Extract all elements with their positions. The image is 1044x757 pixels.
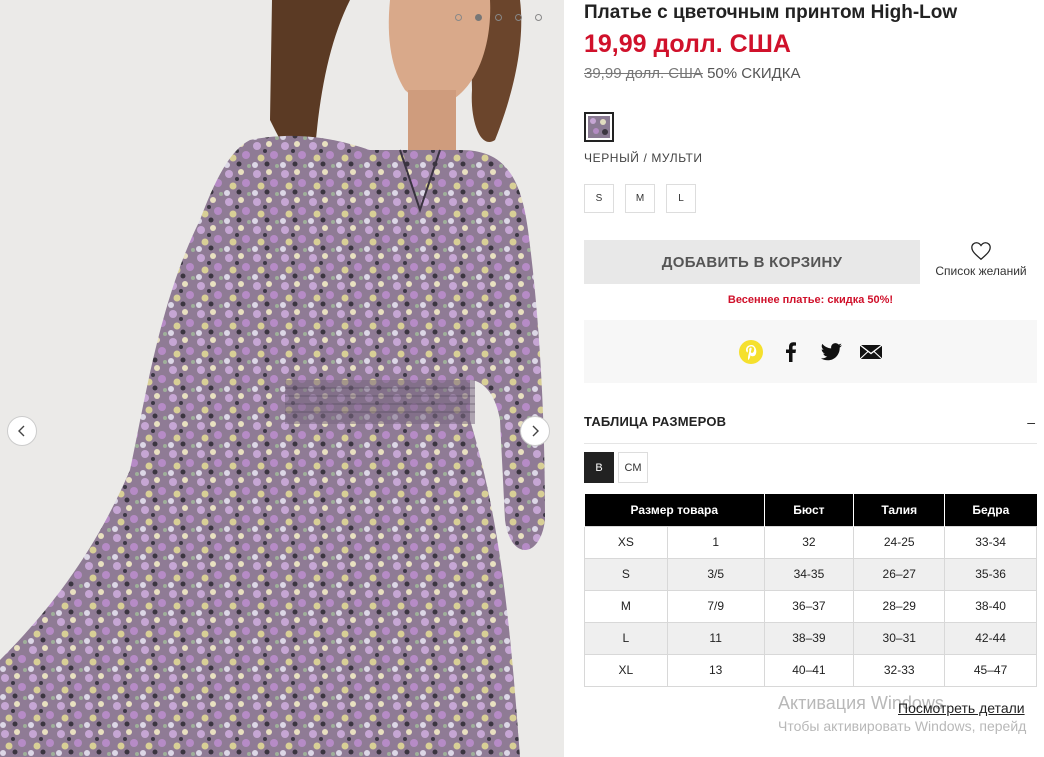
table-cell: 30–31 bbox=[853, 621, 946, 655]
table-cell: 32-33 bbox=[853, 653, 946, 687]
unit-toggle: В СМ bbox=[584, 452, 648, 483]
column-header-bust: Бюст bbox=[763, 494, 854, 526]
table-cell: 45–47 bbox=[944, 653, 1037, 687]
column-header-waist: Талия bbox=[853, 494, 945, 526]
discount-label: 50% СКИДКА bbox=[707, 65, 801, 82]
twitter-icon[interactable] bbox=[819, 340, 843, 364]
table-header-row: Размер товара Бюст Талия Бедра bbox=[584, 494, 1037, 526]
table-cell: 24-25 bbox=[853, 525, 946, 559]
product-title: Платье с цветочным принтом High-Low bbox=[584, 2, 958, 23]
table-row: L 11 38–39 30–31 42-44 bbox=[584, 621, 1037, 655]
wishlist-button[interactable]: Список желаний bbox=[926, 240, 1036, 284]
size-chart-table: Размер товара Бюст Талия Бедра XS 1 32 2… bbox=[584, 494, 1037, 687]
facebook-icon[interactable] bbox=[779, 340, 803, 364]
gallery-dot-3[interactable] bbox=[495, 14, 502, 21]
table-cell: 36–37 bbox=[763, 589, 855, 623]
table-cell: 7/9 bbox=[666, 589, 765, 623]
original-price: 39,99 долл. США bbox=[584, 65, 703, 82]
gallery-next-button[interactable] bbox=[520, 416, 550, 446]
chevron-right-icon bbox=[532, 425, 539, 437]
chevron-left-icon bbox=[18, 425, 25, 437]
table-cell: 42-44 bbox=[944, 621, 1037, 655]
product-photo bbox=[0, 0, 564, 757]
table-cell: 38–39 bbox=[763, 621, 855, 655]
sale-price: 19,99 долл. США bbox=[584, 30, 791, 58]
product-panel: Платье с цветочным принтом High-Low 19,9… bbox=[584, 0, 1037, 757]
gallery-dot-4[interactable] bbox=[515, 14, 522, 21]
table-cell: 32 bbox=[763, 525, 855, 559]
color-name: ЧЕРНЫЙ / МУЛЬТИ bbox=[584, 151, 703, 165]
table-cell: 28–29 bbox=[853, 589, 946, 623]
gallery-prev-button[interactable] bbox=[7, 416, 37, 446]
gallery-dot-5[interactable] bbox=[535, 14, 542, 21]
size-option-m[interactable]: M bbox=[625, 184, 655, 213]
size-chart-toggle[interactable]: ТАБЛИЦА РАЗМЕРОВ – bbox=[584, 400, 1037, 444]
wishlist-label: Список желаний bbox=[935, 264, 1027, 278]
table-cell: 40–41 bbox=[763, 653, 855, 687]
gallery-dot-1[interactable] bbox=[455, 14, 462, 21]
table-cell: 13 bbox=[666, 653, 765, 687]
product-gallery bbox=[0, 0, 564, 757]
table-row: S 3/5 34-35 26–27 35-36 bbox=[584, 557, 1037, 591]
gallery-dots bbox=[455, 14, 542, 21]
table-cell: 26–27 bbox=[853, 557, 946, 591]
table-row: M 7/9 36–37 28–29 38-40 bbox=[584, 589, 1037, 623]
pinterest-icon[interactable] bbox=[738, 339, 763, 364]
size-option-l[interactable]: L bbox=[666, 184, 696, 213]
column-header-size: Размер товара bbox=[584, 494, 765, 526]
column-header-hips: Бедра bbox=[944, 494, 1037, 526]
table-cell: 35-36 bbox=[944, 557, 1037, 591]
table-cell: XL bbox=[584, 653, 668, 687]
table-cell: 38-40 bbox=[944, 589, 1037, 623]
collapse-icon: – bbox=[1027, 413, 1035, 430]
unit-inches-button[interactable]: В bbox=[584, 452, 614, 483]
table-row: XS 1 32 24-25 33-34 bbox=[584, 525, 1037, 559]
swatch-pattern-icon bbox=[588, 116, 610, 138]
heart-icon bbox=[971, 242, 991, 261]
gallery-dot-2[interactable] bbox=[475, 14, 482, 21]
view-details-link[interactable]: Посмотреть детали bbox=[898, 700, 1025, 716]
price-row: 39,99 долл. США 50% СКИДКА bbox=[584, 65, 801, 82]
table-cell: 1 bbox=[666, 525, 765, 559]
size-option-s[interactable]: S bbox=[584, 184, 614, 213]
table-cell: L bbox=[584, 621, 668, 655]
table-cell: 11 bbox=[666, 621, 765, 655]
table-cell: M bbox=[584, 589, 668, 623]
table-cell: 3/5 bbox=[666, 557, 765, 591]
promo-message: Весеннее платье: скидка 50%! bbox=[727, 294, 894, 306]
unit-cm-button[interactable]: СМ bbox=[618, 452, 648, 483]
table-cell: 34-35 bbox=[763, 557, 855, 591]
table-cell: 33-34 bbox=[944, 525, 1037, 559]
share-bar bbox=[584, 320, 1037, 383]
email-icon[interactable] bbox=[859, 340, 883, 364]
table-row: XL 13 40–41 32-33 45–47 bbox=[584, 653, 1037, 687]
add-to-cart-button[interactable]: ДОБАВИТЬ В КОРЗИНУ bbox=[584, 240, 920, 284]
size-selector: S M L bbox=[584, 184, 696, 213]
table-cell: XS bbox=[584, 525, 668, 559]
color-swatch[interactable] bbox=[584, 112, 614, 142]
size-chart-heading: ТАБЛИЦА РАЗМЕРОВ bbox=[584, 414, 727, 429]
table-cell: S bbox=[584, 557, 668, 591]
